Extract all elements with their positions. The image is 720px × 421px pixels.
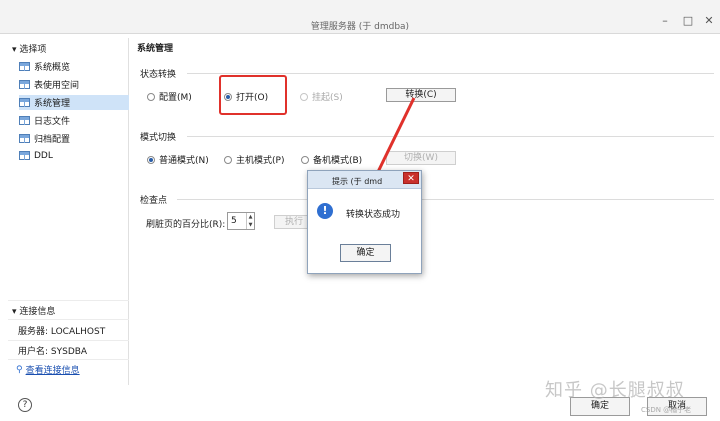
- highlight-annotation: [219, 75, 287, 115]
- radio-standby-mode[interactable]: 备机模式(B): [301, 153, 362, 166]
- connection-section-header[interactable]: ▾ 连接信息: [12, 304, 55, 317]
- sidebar-item-ddl[interactable]: DDL: [19, 148, 129, 163]
- main-panel: 系统管理 状态转换 配置(M) 打开(O) 挂起(S) 转换(C) 模式切换 普…: [135, 38, 720, 388]
- help-icon[interactable]: ?: [18, 398, 32, 412]
- sidebar-divider: [8, 300, 129, 301]
- sidebar-section-header[interactable]: ▾ 选择项: [12, 42, 46, 55]
- radio-suspend[interactable]: 挂起(S): [300, 90, 343, 103]
- user-info: 用户名: SYSDBA: [18, 347, 88, 357]
- dirty-page-label: 刷脏页的百分比(R):: [146, 220, 226, 230]
- sidebar-item-system-management[interactable]: 系统管理: [19, 95, 129, 110]
- state-group-label: 状态转换: [140, 70, 177, 80]
- chevron-down-icon: ▾: [12, 45, 17, 55]
- view-connection-link[interactable]: ⚲ 查看连接信息: [16, 363, 80, 377]
- watermark: 知乎 @长腿叔叔: [545, 380, 685, 401]
- dialog-message: 转换状态成功: [346, 210, 401, 220]
- group-divider: [177, 199, 714, 200]
- sidebar-item-archive-config[interactable]: 归档配置: [19, 131, 129, 146]
- page-title: 系统管理: [137, 44, 174, 54]
- title-bar: 管理服务器 (于 dmdba) – □ ✕: [0, 0, 720, 34]
- table-icon: [19, 98, 30, 107]
- sidebar-divider: [8, 340, 129, 341]
- radio-dot: [224, 155, 232, 164]
- maximize-button[interactable]: □: [679, 14, 697, 28]
- table-icon: [19, 80, 30, 89]
- sidebar-divider: [8, 319, 129, 320]
- radio-dot: [300, 92, 308, 101]
- table-icon: [19, 116, 30, 125]
- mode-group-label: 模式切换: [140, 133, 177, 143]
- spinner-arrows-icon[interactable]: ▲ ▼: [246, 213, 254, 229]
- info-dialog: 提示 (于 dmd ✕ ! 转换状态成功 确定: [307, 170, 422, 274]
- connection-icon: ⚲: [16, 364, 23, 375]
- watermark-sub: CSDN @橘子老: [641, 406, 692, 414]
- table-icon: [19, 62, 30, 71]
- dialog-title: 提示 (于 dmd: [332, 177, 383, 186]
- chevron-down-icon: ▾: [12, 307, 17, 317]
- radio-dot: [147, 92, 155, 101]
- radio-dot: [147, 155, 155, 164]
- table-icon: [19, 151, 30, 160]
- table-icon: [19, 134, 30, 143]
- info-icon: !: [317, 203, 333, 219]
- switch-button[interactable]: 切换(W): [386, 151, 456, 165]
- dialog-close-button[interactable]: ✕: [403, 172, 419, 184]
- checkpoint-group-label: 检查点: [140, 196, 168, 206]
- percent-value: 5: [231, 216, 237, 226]
- server-info: 服务器: LOCALHOST: [18, 327, 106, 337]
- close-button[interactable]: ✕: [700, 14, 718, 28]
- group-divider: [187, 73, 714, 74]
- convert-button[interactable]: 转换(C): [386, 88, 456, 102]
- radio-dot: [301, 155, 309, 164]
- sidebar: ▾ 选择项 系统概览 表使用空间 系统管理 日志文件 归档配置 DDL ▾ 连接…: [8, 38, 129, 385]
- window-title: 管理服务器 (于 dmdba): [310, 22, 410, 32]
- sidebar-divider: [8, 359, 129, 360]
- sidebar-item-table-space[interactable]: 表使用空间: [19, 77, 129, 92]
- dialog-titlebar: 提示 (于 dmd ✕: [308, 171, 421, 189]
- percent-spinner[interactable]: 5 ▲ ▼: [227, 212, 255, 230]
- sidebar-item-overview[interactable]: 系统概览: [19, 59, 129, 74]
- sidebar-item-log-files[interactable]: 日志文件: [19, 113, 129, 128]
- radio-config[interactable]: 配置(M): [147, 90, 192, 103]
- minimize-button[interactable]: –: [656, 14, 674, 28]
- radio-normal-mode[interactable]: 普通模式(N): [147, 153, 209, 166]
- group-divider: [187, 136, 714, 137]
- radio-primary-mode[interactable]: 主机模式(P): [224, 153, 284, 166]
- dialog-ok-button[interactable]: 确定: [340, 244, 391, 262]
